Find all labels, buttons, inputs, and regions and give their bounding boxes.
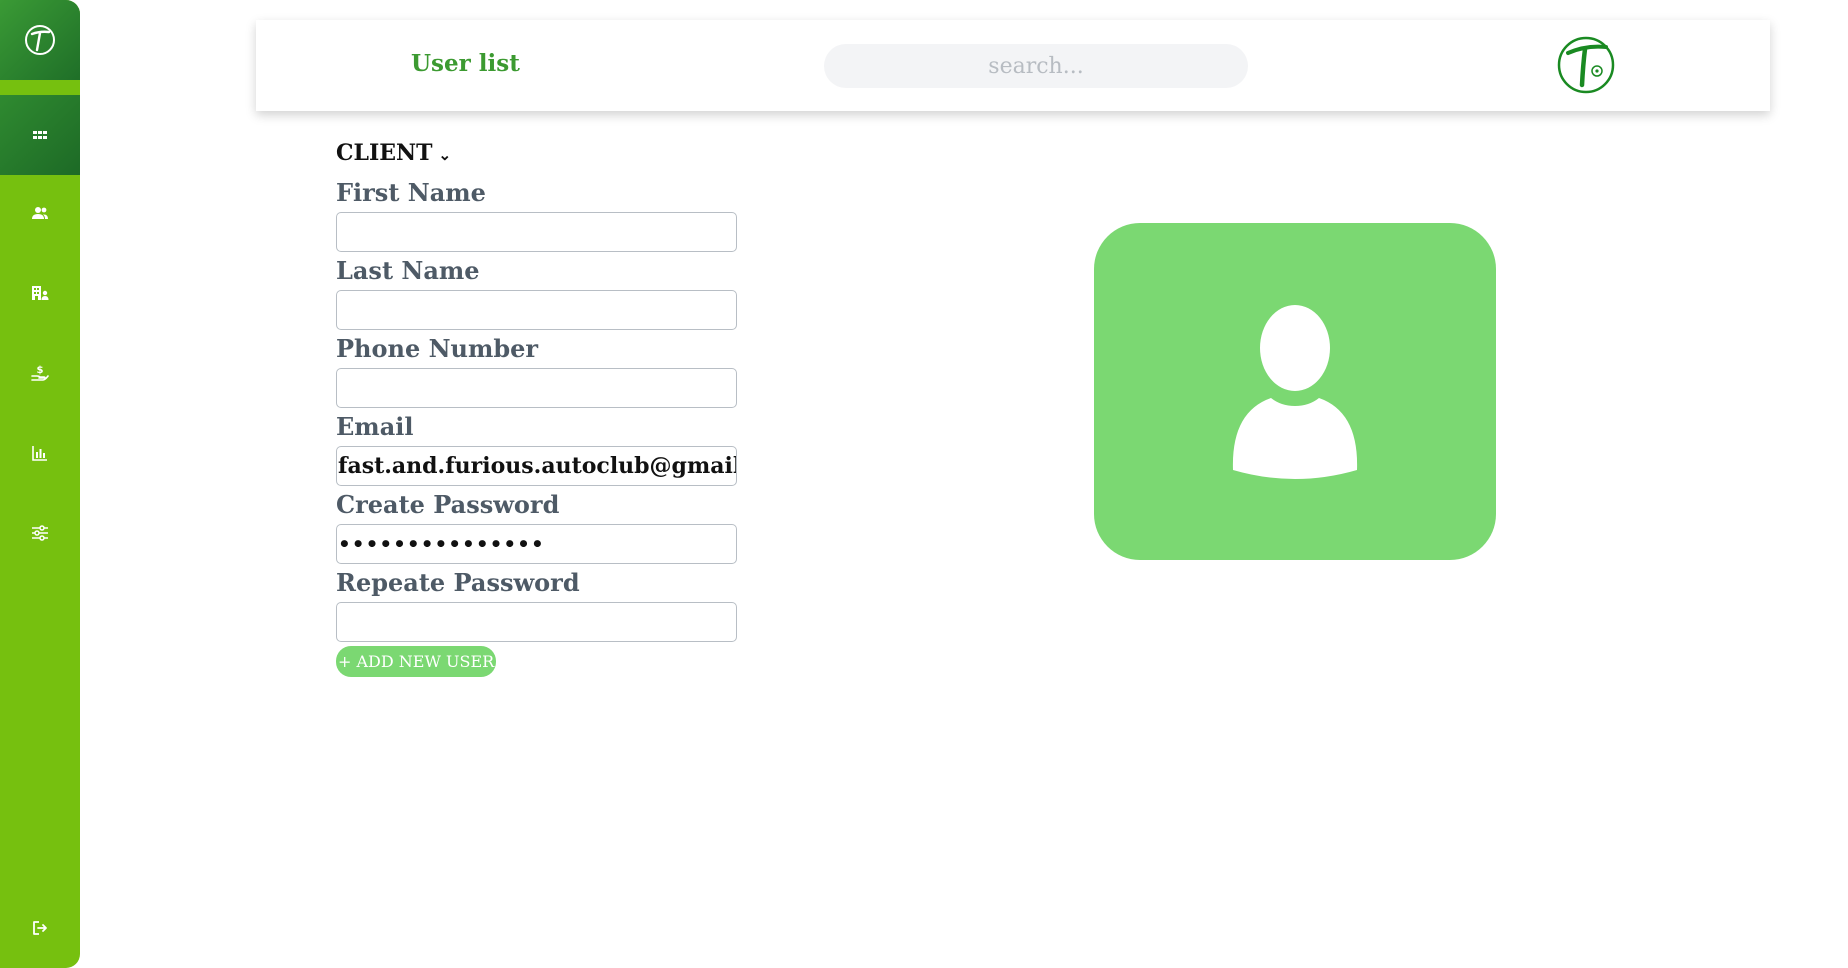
add-new-user-button[interactable]: + ADD NEW USER	[336, 646, 497, 677]
sidebar-item-settings[interactable]	[0, 493, 80, 573]
role-dropdown[interactable]: CLIENT ⌄	[336, 140, 451, 174]
sliders-icon	[32, 525, 48, 541]
brand-logo-icon	[25, 25, 55, 55]
sidebar-item-users[interactable]	[0, 173, 80, 253]
repeat-password-field[interactable]	[336, 602, 737, 642]
sidebar-item-payments[interactable]: $	[0, 333, 80, 413]
phone-number-field[interactable]	[336, 368, 737, 408]
sidebar-item-dashboard[interactable]	[0, 95, 80, 175]
sidebar-item-reports[interactable]	[0, 413, 80, 493]
top-header: User list	[256, 20, 1770, 111]
last-name-field[interactable]	[336, 290, 737, 330]
email-label: Email	[336, 412, 414, 441]
sidebar-item-companies[interactable]	[0, 253, 80, 333]
users-icon	[32, 207, 48, 219]
sidebar: $	[0, 0, 80, 968]
create-password-label: Create Password	[336, 490, 560, 519]
role-value: CLIENT	[336, 140, 433, 166]
grid-icon	[33, 131, 47, 139]
create-password-field[interactable]: •••••••••••••••	[336, 524, 737, 564]
add-user-form: CLIENT ⌄ First Name Last Name Phone Numb…	[336, 140, 756, 677]
brand-logo-icon[interactable]	[1556, 35, 1616, 95]
hand-dollar-icon: $	[31, 365, 49, 381]
user-silhouette-icon	[1232, 304, 1358, 479]
logout-icon	[33, 921, 47, 935]
email-field[interactable]: fast.and.furious.autoclub@gmail.co	[336, 446, 737, 486]
svg-text:$: $	[37, 365, 44, 376]
sidebar-item-logout[interactable]	[0, 888, 80, 968]
first-name-field[interactable]	[336, 212, 737, 252]
building-user-icon	[32, 286, 49, 300]
bar-chart-icon	[32, 446, 47, 461]
repeat-password-label: Repeate Password	[336, 568, 580, 597]
chevron-down-icon: ⌄	[438, 146, 452, 164]
first-name-label: First Name	[336, 178, 486, 207]
search-input[interactable]	[824, 44, 1248, 88]
page-title: User list	[411, 50, 520, 77]
phone-number-label: Phone Number	[336, 334, 539, 363]
last-name-label: Last Name	[336, 256, 480, 285]
sidebar-logo[interactable]	[0, 0, 80, 80]
avatar-upload[interactable]	[1094, 223, 1496, 560]
